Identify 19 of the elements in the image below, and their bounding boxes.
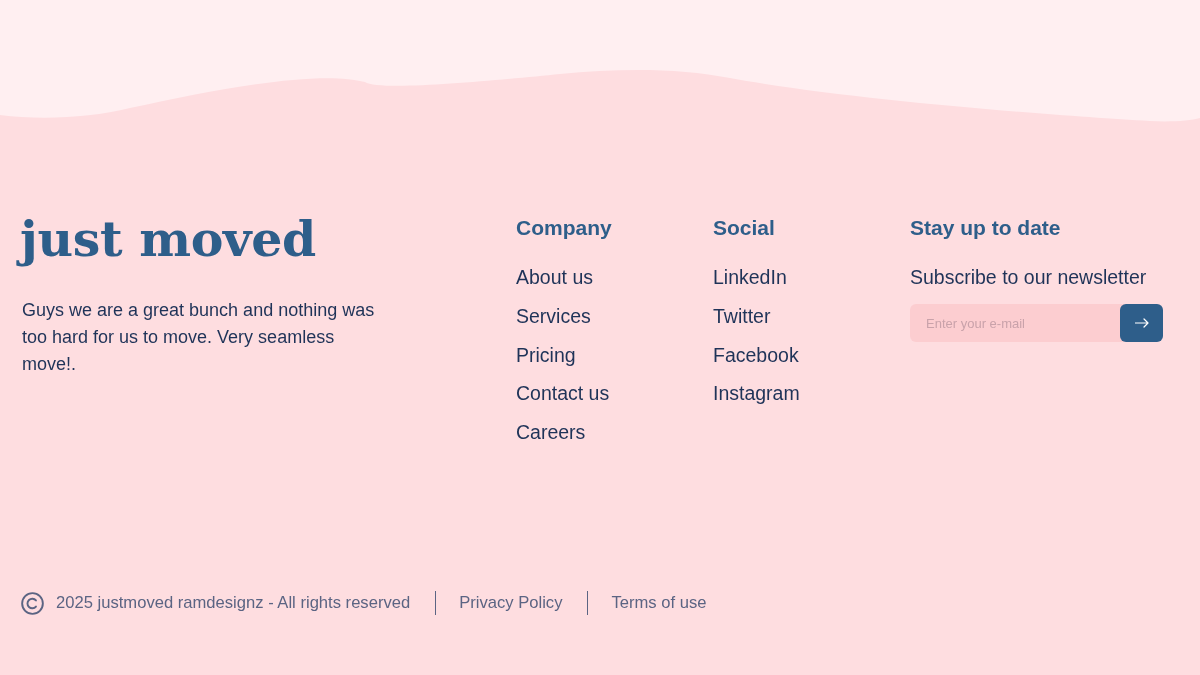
- column-heading: Company: [516, 215, 612, 241]
- column-heading: Social: [713, 215, 775, 241]
- footer-link[interactable]: Contact us: [516, 381, 610, 406]
- footer-link[interactable]: LinkedIn: [713, 265, 787, 289]
- footer-link[interactable]: About us: [516, 265, 593, 289]
- copyright-icon: [21, 591, 44, 615]
- footer-link[interactable]: Facebook: [713, 342, 799, 367]
- copyright-text: 2025 justmoved ramdesignz - All rights reserved: [56, 593, 411, 613]
- footer-link[interactable]: Pricing: [516, 342, 576, 367]
- footer-link[interactable]: Careers: [516, 420, 586, 445]
- footer-link[interactable]: Services: [516, 303, 591, 328]
- footer-bar-link[interactable]: Terms of use: [611, 593, 707, 613]
- newsletter-heading: Stay up to date: [910, 215, 1061, 241]
- footer-link[interactable]: Twitter: [713, 303, 771, 328]
- company-description: Guys we are a great bunch and nothing was too hard for us to move. Very seamless move!.: [22, 299, 376, 376]
- arrow-right-icon: [1134, 318, 1149, 328]
- footer-link[interactable]: Instagram: [713, 381, 800, 406]
- newsletter-text: Subscribe to our newsletter: [910, 265, 1147, 289]
- footer-bar-link[interactable]: Privacy Policy: [459, 593, 563, 613]
